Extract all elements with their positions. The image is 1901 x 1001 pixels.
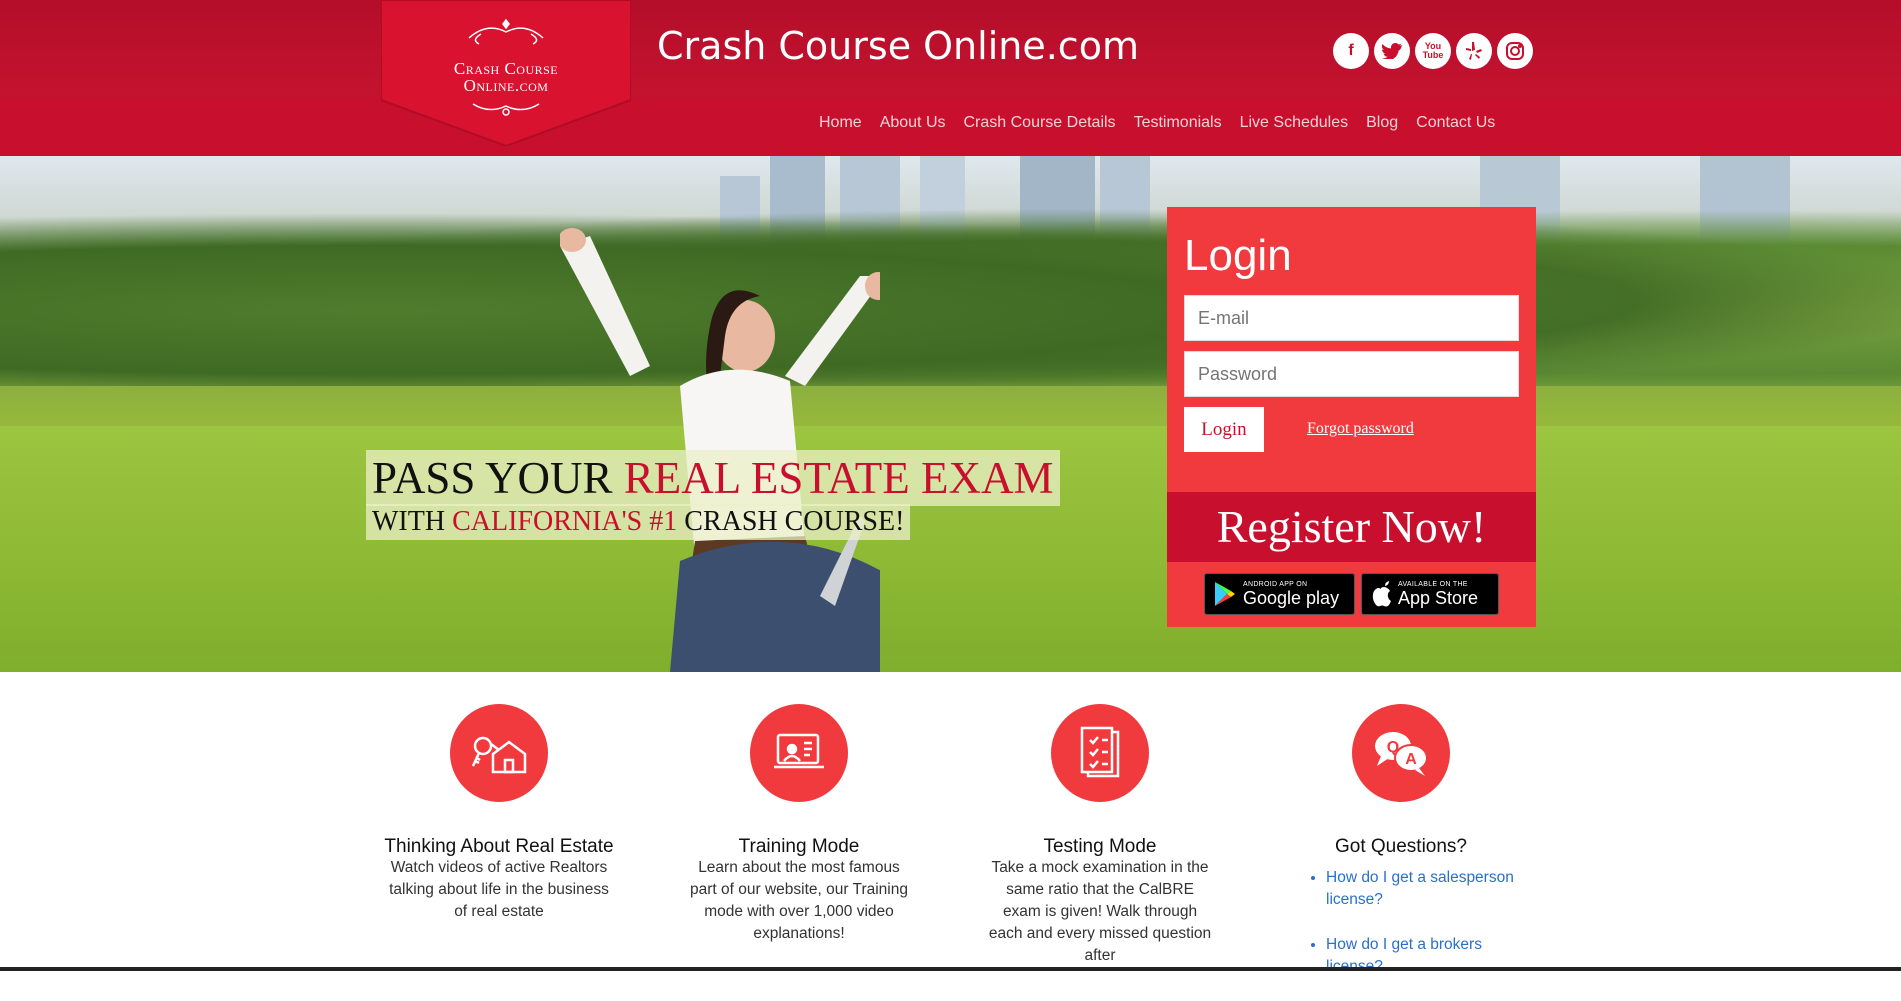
forgot-password-link[interactable]: Forgot password [1307, 420, 1414, 438]
register-now-button[interactable]: Register Now! [1167, 492, 1536, 562]
hero-line1-black: PASS YOUR [372, 453, 624, 503]
logo-line2: Online.com [463, 76, 549, 95]
nav-crash-course-details[interactable]: Crash Course Details [955, 114, 1125, 132]
checklist-document-icon[interactable] [1051, 704, 1149, 802]
feature-text: Take a mock examination in the same rati… [988, 859, 1212, 964]
faq-list: How do I get a salesperson license? How … [1286, 867, 1516, 978]
hero-line2-black: WITH [372, 506, 453, 537]
youtube-text: You Tube [1422, 41, 1444, 60]
feature-training-mode: Training Mode Learn about the most famou… [684, 704, 914, 945]
logo-badge[interactable]: Crash Course Online.com [380, 0, 632, 148]
site-header: Crash Course Online.com Crash Course Onl… [0, 0, 1901, 156]
video-lesson-icon[interactable] [750, 704, 848, 802]
twitter-icon[interactable] [1374, 33, 1410, 69]
nav-blog[interactable]: Blog [1357, 114, 1407, 132]
social-links: f You Tube [1333, 33, 1533, 69]
hero-line2-red: CALIFORNIA'S #1 [452, 506, 678, 537]
faq-link[interactable]: How do I get a brokers license? [1326, 934, 1516, 978]
logo-text: Crash Course Online.com [381, 60, 631, 94]
google-play-big: Google play [1243, 588, 1340, 608]
feature-title: Thinking About Real Estate [384, 836, 614, 857]
app-store-badge[interactable]: AVAILABLE ON THE App Store [1361, 573, 1499, 615]
nav-about-us[interactable]: About Us [871, 114, 955, 132]
login-title: Login [1184, 231, 1292, 280]
feature-title: Testing Mode [1043, 836, 1157, 857]
main-nav: Home About Us Crash Course Details Testi… [810, 114, 1504, 132]
nav-live-schedules[interactable]: Live Schedules [1231, 114, 1358, 132]
hero-line2-end: CRASH COURSE! [677, 506, 905, 537]
nav-home[interactable]: Home [810, 114, 871, 132]
feature-thinking-about-real-estate: Thinking About Real Estate Watch videos … [384, 704, 614, 923]
facebook-icon[interactable]: f [1333, 33, 1369, 69]
hero-headline-line2: WITH CALIFORNIA'S #1 CRASH COURSE! [366, 504, 911, 540]
login-button[interactable]: Login [1184, 407, 1264, 452]
hero-banner: PASS YOUR REAL ESTATE EXAM WITH CALIFORN… [0, 156, 1901, 672]
feature-title: Got Questions? [1334, 836, 1468, 857]
app-store-big: App Store [1398, 588, 1479, 608]
feature-got-questions: Q A Got Questions? How do I get a salesp… [1286, 704, 1516, 1001]
email-field[interactable] [1184, 295, 1519, 341]
logo-line1: Crash Course [453, 59, 559, 78]
house-key-icon[interactable] [450, 704, 548, 802]
google-play-badge[interactable]: ANDROID APP ON Google play [1204, 573, 1355, 615]
password-field[interactable] [1184, 351, 1519, 397]
feature-text: Learn about the most famous part of our … [690, 859, 908, 942]
hero-headline-line1: PASS YOUR REAL ESTATE EXAM [366, 450, 1060, 506]
feature-text: Watch videos of active Realtors talking … [389, 859, 609, 920]
feature-testing-mode: Testing Mode Take a mock examination in … [985, 704, 1215, 967]
youtube-icon[interactable]: You Tube [1415, 33, 1451, 69]
feature-title: Training Mode [738, 836, 860, 857]
instagram-icon[interactable] [1497, 33, 1533, 69]
hero-line1-red: REAL ESTATE EXAM [623, 453, 1054, 503]
login-panel: Login Login Forgot password Register Now… [1167, 207, 1536, 627]
svg-text:A: A [1405, 751, 1417, 768]
celebrating-student-image [560, 228, 880, 672]
qa-bubbles-icon[interactable]: Q A [1352, 704, 1450, 802]
google-play-icon [1215, 582, 1235, 606]
apple-icon [1372, 581, 1391, 607]
trees-background [0, 196, 1901, 386]
hero-headline: PASS YOUR REAL ESTATE EXAM WITH CALIFORN… [366, 450, 1060, 540]
yelp-icon[interactable] [1456, 33, 1492, 69]
site-title[interactable]: Crash Course Online.com [657, 24, 1139, 68]
faq-link[interactable]: How do I get a salesperson license? [1326, 867, 1516, 911]
nav-contact-us[interactable]: Contact Us [1407, 114, 1504, 132]
nav-testimonials[interactable]: Testimonials [1125, 114, 1231, 132]
window-bottom-edge [0, 967, 1901, 971]
